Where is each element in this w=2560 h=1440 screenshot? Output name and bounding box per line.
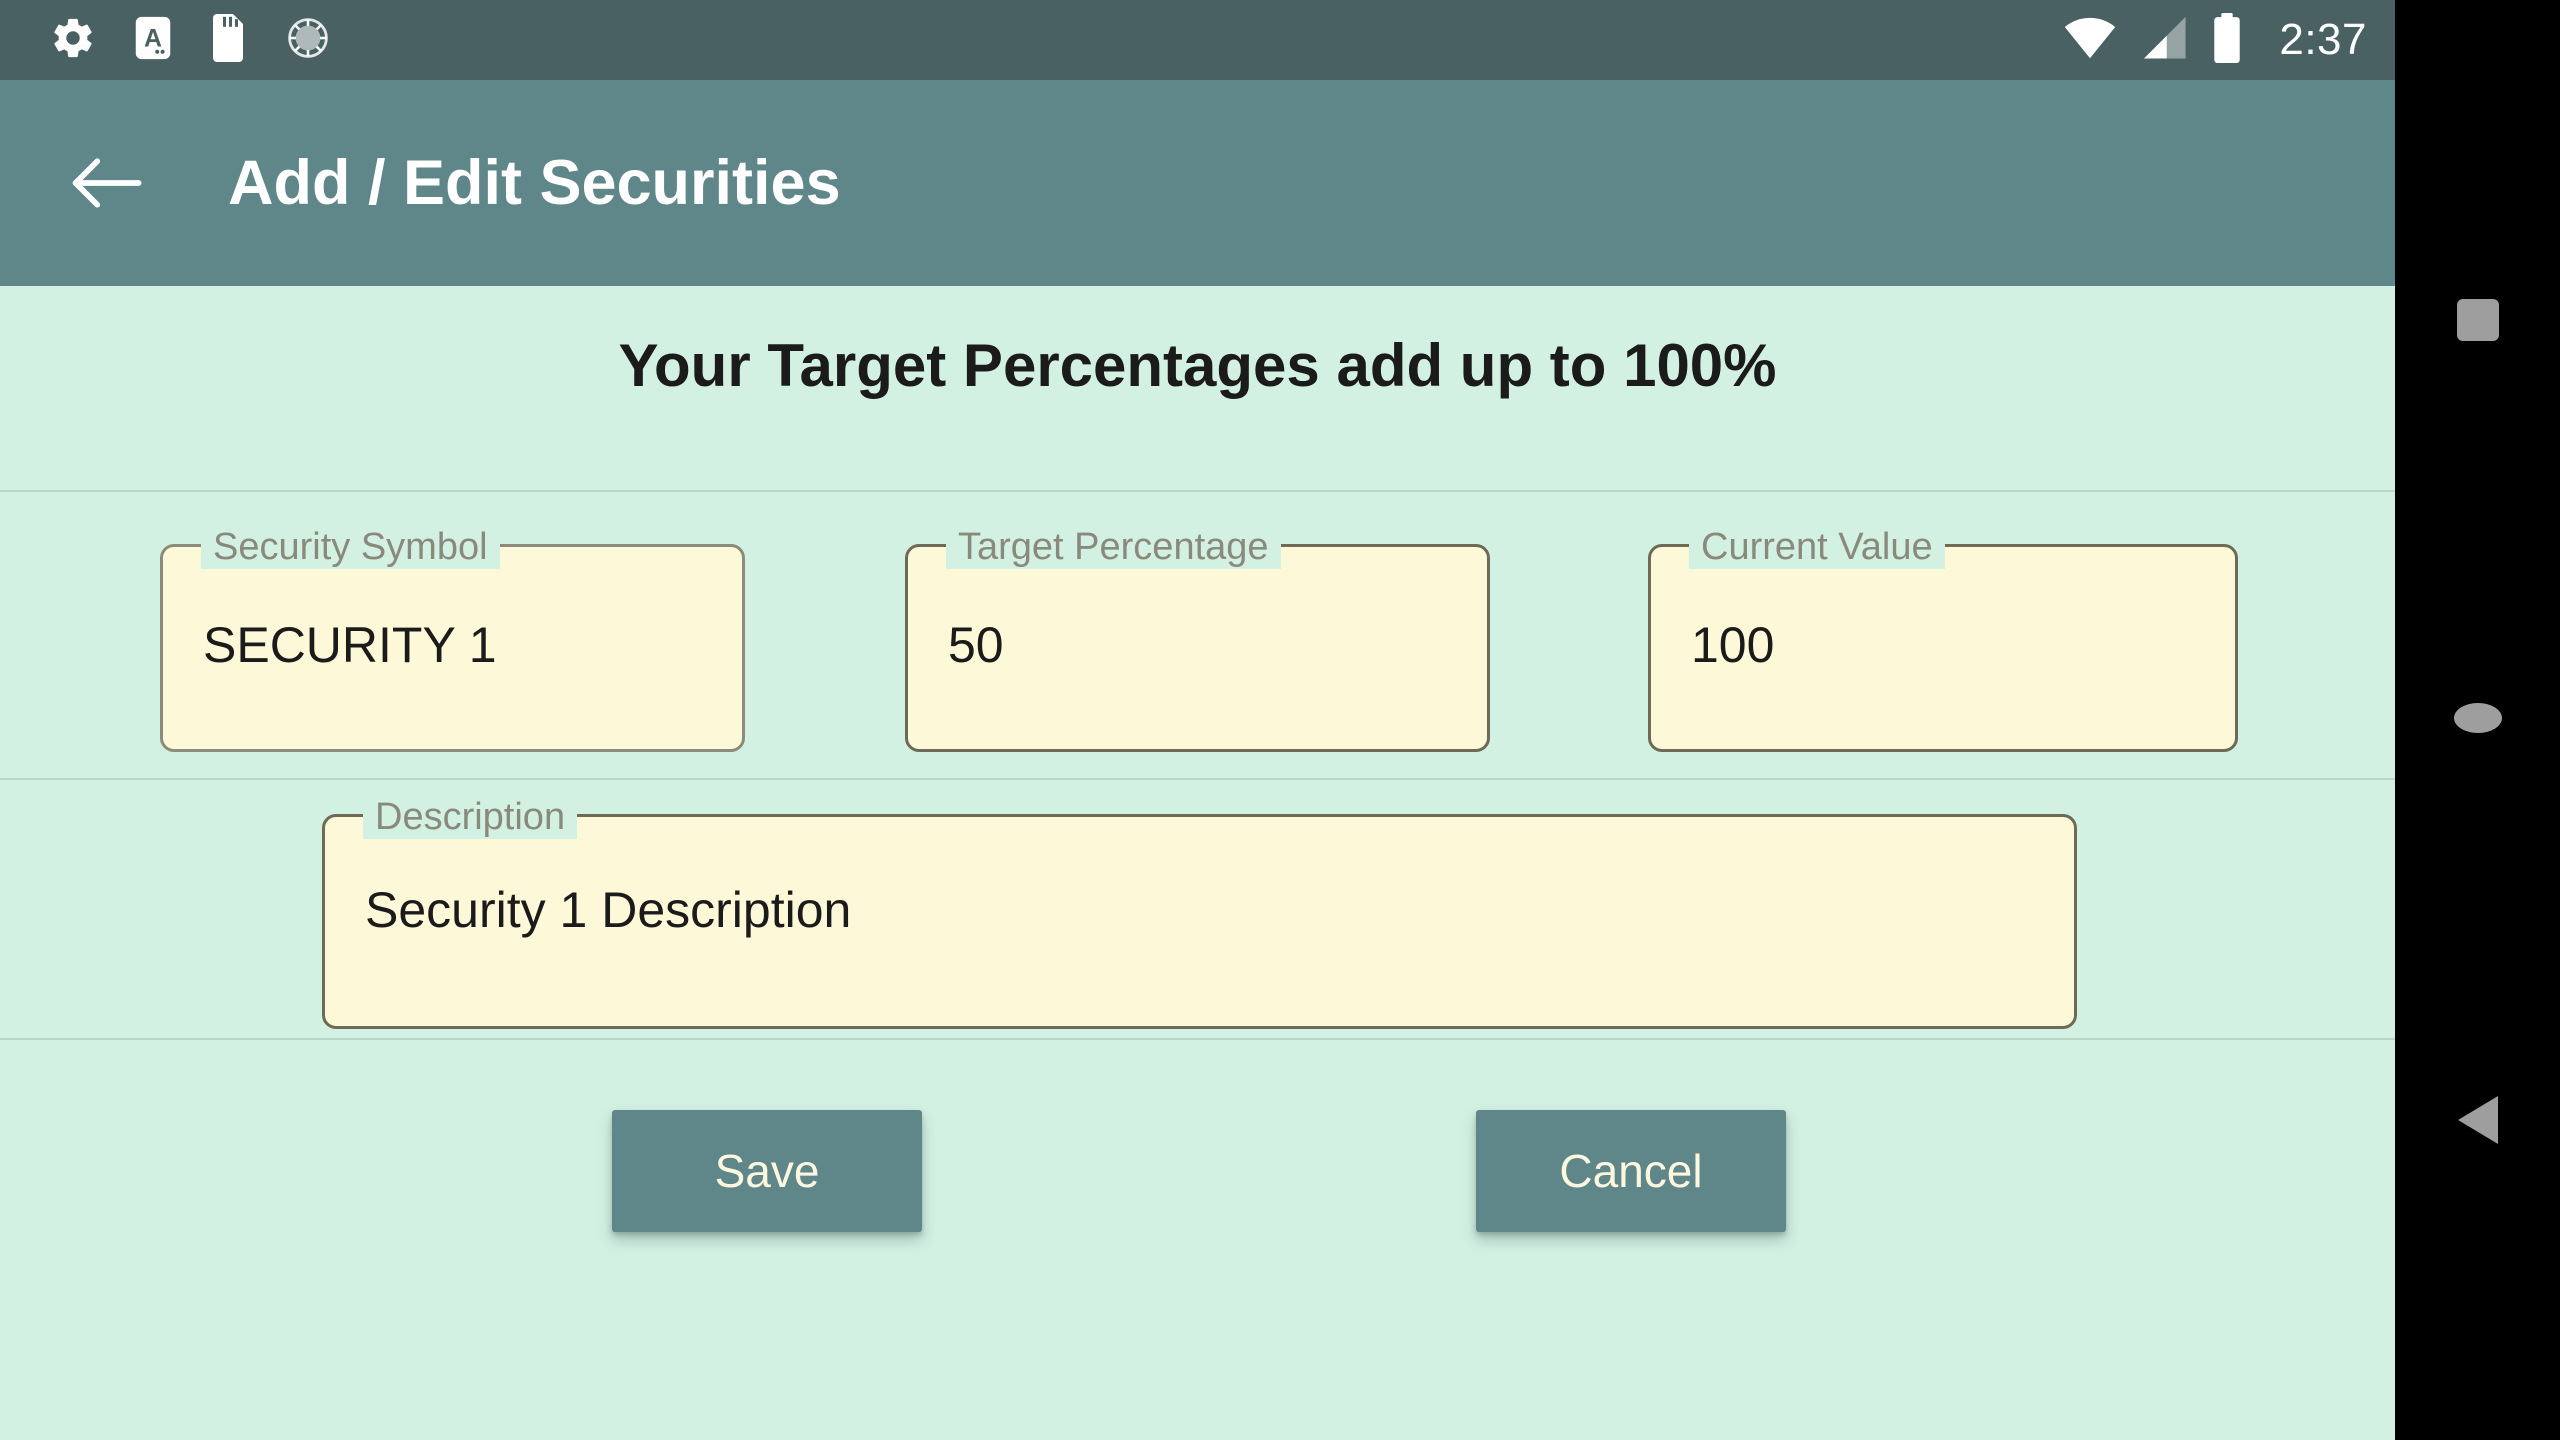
square-icon bbox=[2456, 299, 2499, 341]
cellular-signal-icon bbox=[2139, 14, 2189, 67]
current-value-value: 100 bbox=[1691, 617, 1775, 673]
status-bar-notification-icons: A bbox=[50, 13, 332, 67]
target-percentage-field[interactable]: Target Percentage 50 bbox=[905, 525, 1490, 752]
status-bar: A 2:37 bbox=[0, 0, 2395, 80]
description-label: Description bbox=[363, 795, 578, 839]
app-toolbar: Add / Edit Securities bbox=[0, 80, 2395, 286]
divider bbox=[0, 490, 2395, 492]
current-value-label: Current Value bbox=[1689, 525, 1945, 569]
gear-icon bbox=[50, 15, 96, 66]
sync-spinner-icon bbox=[284, 14, 332, 67]
security-symbol-value: SECURITY 1 bbox=[203, 617, 497, 673]
svg-text:A: A bbox=[144, 24, 162, 52]
page-title: Add / Edit Securities bbox=[228, 148, 841, 218]
status-bar-system-icons: 2:37 bbox=[2063, 12, 2367, 68]
save-button[interactable]: Save bbox=[612, 1110, 922, 1232]
cancel-button[interactable]: Cancel bbox=[1476, 1110, 1786, 1232]
current-value-field[interactable]: Current Value 100 bbox=[1648, 525, 2238, 752]
target-percentage-value: 50 bbox=[948, 617, 1004, 673]
letter-a-badge-icon: A bbox=[132, 15, 174, 66]
home-button[interactable] bbox=[2395, 658, 2560, 778]
app-viewport: A 2:37 Add / Edit Securities Your Target… bbox=[0, 0, 2395, 1440]
sd-card-icon bbox=[210, 13, 248, 67]
security-symbol-field[interactable]: Security Symbol SECURITY 1 bbox=[160, 525, 745, 752]
battery-full-icon bbox=[2211, 12, 2243, 68]
target-percentage-label: Target Percentage bbox=[946, 525, 1281, 569]
recents-button[interactable] bbox=[2395, 260, 2560, 380]
triangle-left-icon bbox=[2457, 1096, 2498, 1144]
target-percentage-headline: Your Target Percentages add up to 100% bbox=[618, 332, 1777, 399]
wifi-icon bbox=[2063, 14, 2117, 67]
status-bar-clock: 2:37 bbox=[2279, 15, 2367, 64]
circle-icon bbox=[2453, 703, 2502, 733]
arrow-back-icon[interactable] bbox=[62, 139, 150, 227]
back-button[interactable] bbox=[2395, 1060, 2560, 1180]
divider bbox=[0, 1038, 2395, 1040]
android-navigation-bar bbox=[2395, 0, 2560, 1440]
form-content: Your Target Percentages add up to 100% S… bbox=[0, 286, 2395, 1440]
description-value: Security 1 Description bbox=[365, 882, 852, 938]
security-symbol-label: Security Symbol bbox=[201, 525, 500, 569]
description-field[interactable]: Description Security 1 Description bbox=[322, 795, 2077, 1029]
divider bbox=[0, 778, 2395, 780]
device-screen: A 2:37 Add / Edit Securities Your Target… bbox=[0, 0, 2560, 1440]
